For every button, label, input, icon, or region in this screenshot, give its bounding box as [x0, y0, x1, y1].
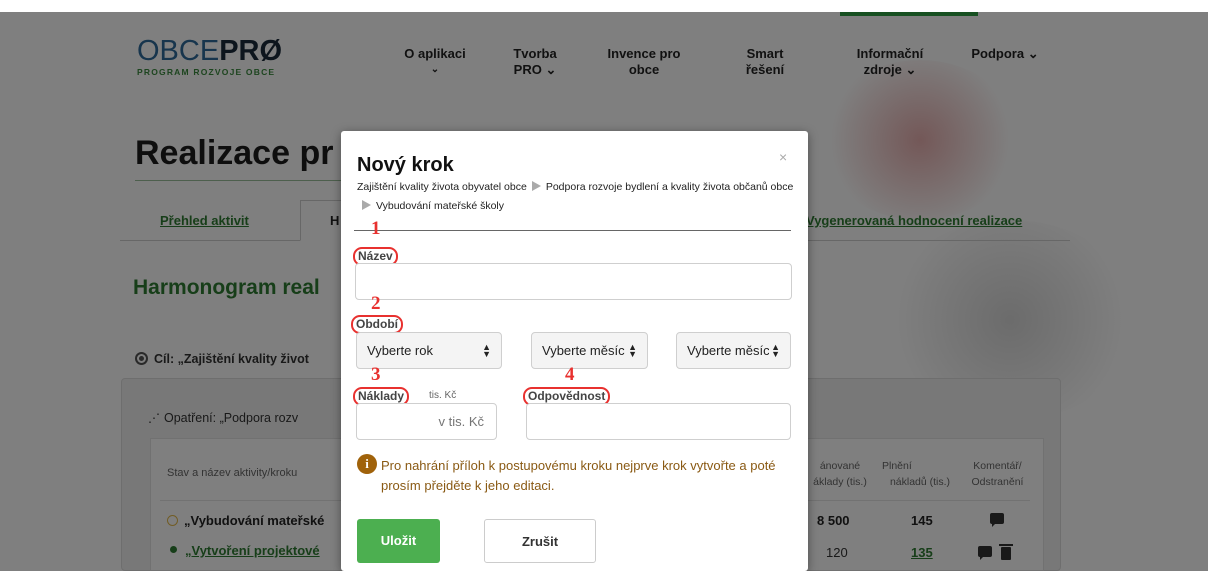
costs-input[interactable] [356, 403, 497, 440]
annotation-number: 4 [565, 364, 575, 385]
select-value: Vyberte rok [367, 343, 433, 358]
breadcrumb-item: Vybudování mateřské školy [376, 200, 505, 212]
dialog-title: Nový krok [357, 154, 454, 176]
responsibility-input[interactable] [526, 403, 791, 440]
select-arrows-icon: ▲ ▼ [628, 341, 637, 359]
month-to-select[interactable]: Vyberte měsíc ▲ ▼ [676, 332, 791, 369]
annotation-number: 2 [371, 293, 381, 314]
info-message: Pro nahrání příloh k postupovému kroku n… [381, 458, 776, 493]
triangle-right-icon [362, 200, 371, 210]
new-step-dialog: Nový krok × Zajištění kvality života oby… [341, 131, 808, 571]
page: OBCEPRØ PROGRAM ROZVOJE OBCE O aplikaci … [0, 0, 1208, 571]
info-icon: i [357, 454, 377, 474]
breadcrumb-item: Zajištění kvality života obyvatel obce [357, 181, 527, 193]
dialog-divider [354, 230, 791, 231]
select-value: Vyberte měsíc [687, 343, 769, 358]
save-button[interactable]: Uložit [357, 519, 440, 563]
close-icon[interactable]: × [779, 149, 787, 165]
select-arrows-icon: ▲ ▼ [771, 341, 780, 359]
annotation-number: 3 [371, 364, 381, 385]
select-value: Vyberte měsíc [542, 343, 625, 358]
annotation-number: 1 [371, 218, 381, 239]
select-arrows-icon: ▲ ▼ [482, 341, 491, 359]
cancel-button[interactable]: Zrušit [484, 519, 596, 563]
top-strip [0, 0, 1208, 12]
month-from-select[interactable]: Vyberte měsíc ▲ ▼ [531, 332, 648, 369]
breadcrumb: Zajištění kvality života obyvatel obce Po… [357, 178, 797, 216]
name-input[interactable] [355, 263, 792, 300]
costs-unit: tis. Kč [429, 390, 457, 401]
breadcrumb-item: Podpora rozvoje bydlení a kvality života… [545, 181, 794, 193]
triangle-right-icon [531, 181, 541, 191]
